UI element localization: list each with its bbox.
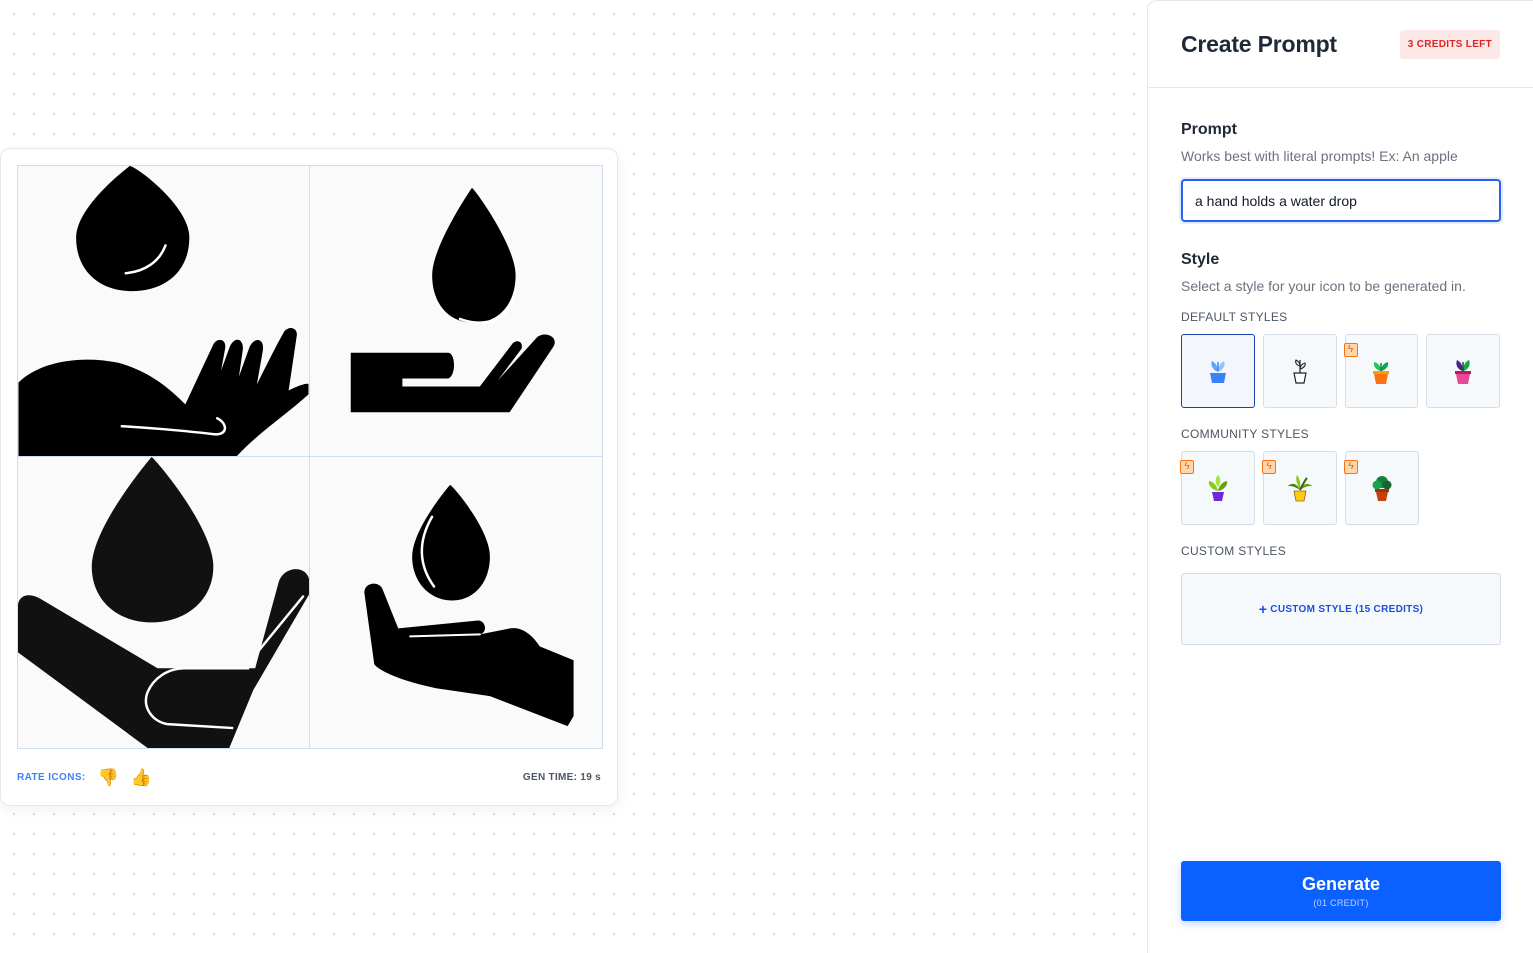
premium-bolt-icon: ϟ bbox=[1343, 343, 1358, 357]
pink-pot-plant-icon bbox=[1455, 360, 1472, 384]
style-section: Style Select a style for your icon to be… bbox=[1180, 251, 1501, 645]
rate-label: RATE ICONS: bbox=[17, 771, 86, 783]
style-tile-orange-pot[interactable]: ϟ bbox=[1343, 334, 1419, 408]
style-tile-purple-pot[interactable]: ϟ bbox=[1180, 451, 1255, 525]
generated-icon-3[interactable] bbox=[18, 457, 310, 748]
thumbs-down-icon[interactable]: 👎 bbox=[98, 769, 119, 786]
generated-icon-1[interactable] bbox=[18, 166, 310, 457]
flat-blue-plant-icon bbox=[1209, 361, 1226, 383]
hand-water-drop-icon bbox=[350, 187, 555, 413]
style-tile-outline[interactable] bbox=[1262, 334, 1337, 408]
panel-body: Prompt Works best with literal prompts! … bbox=[1148, 88, 1533, 645]
add-custom-style-button[interactable]: + CUSTOM STYLE (15 CREDITS) bbox=[1181, 573, 1501, 645]
style-tile-clay-pot[interactable]: ϟ bbox=[1344, 451, 1419, 525]
generate-label: Generate bbox=[1301, 874, 1381, 894]
purple-pot-plant-icon bbox=[1208, 475, 1228, 501]
create-prompt-panel: Create Prompt 3 CREDITS LEFT Prompt Work… bbox=[1147, 0, 1533, 953]
premium-bolt-icon: ϟ bbox=[1344, 460, 1358, 474]
premium-bolt-icon: ϟ bbox=[1262, 460, 1276, 474]
custom-styles-label: CUSTOM STYLES bbox=[1181, 544, 1287, 558]
card-footer: RATE ICONS: 👎 👍 GEN TIME: 19 s bbox=[17, 766, 601, 788]
clay-pot-plant-icon bbox=[1372, 476, 1392, 501]
default-styles: ϟ bbox=[1181, 334, 1500, 408]
outline-plant-icon bbox=[1292, 359, 1307, 384]
icon-grid bbox=[17, 165, 603, 749]
credits-badge: 3 CREDITS LEFT bbox=[1399, 29, 1500, 59]
style-tile-yellow-pot[interactable]: ϟ bbox=[1262, 451, 1337, 525]
orange-pot-plant-icon bbox=[1373, 362, 1390, 384]
yellow-pot-palm-icon bbox=[1287, 475, 1313, 502]
plus-icon: + bbox=[1258, 601, 1268, 617]
hand-water-drop-icon bbox=[364, 484, 574, 727]
generated-icon-2[interactable] bbox=[310, 166, 602, 457]
style-label: Style bbox=[1181, 251, 1220, 268]
hand-water-drop-icon bbox=[18, 166, 309, 456]
premium-bolt-icon: ϟ bbox=[1180, 460, 1194, 474]
custom-style-label: CUSTOM STYLE (15 CREDITS) bbox=[1270, 603, 1424, 615]
generated-icon-4[interactable] bbox=[310, 457, 602, 748]
prompt-label: Prompt bbox=[1181, 121, 1237, 138]
generate-cost: (01 CREDIT) bbox=[1313, 898, 1369, 908]
default-styles-label: DEFAULT STYLES bbox=[1181, 310, 1288, 324]
thumbs-up-icon[interactable]: 👍 bbox=[131, 769, 152, 786]
generate-button[interactable]: Generate (01 CREDIT) bbox=[1181, 861, 1501, 921]
prompt-help: Works best with literal prompts! Ex: An … bbox=[1181, 148, 1458, 164]
result-card: RATE ICONS: 👎 👍 GEN TIME: 19 s bbox=[0, 148, 618, 806]
panel-header: Create Prompt 3 CREDITS LEFT bbox=[1148, 1, 1533, 88]
community-styles: ϟ ϟ ϟ bbox=[1180, 451, 1500, 525]
hand-water-drop-icon bbox=[18, 457, 309, 748]
rate-icons: RATE ICONS: 👎 👍 bbox=[17, 769, 152, 786]
style-tile-flat-blue[interactable] bbox=[1181, 334, 1255, 408]
community-styles-label: COMMUNITY STYLES bbox=[1181, 427, 1309, 441]
style-help: Select a style for your icon to be gener… bbox=[1181, 278, 1466, 294]
panel-title: Create Prompt bbox=[1181, 30, 1337, 57]
gen-time: GEN TIME: 19 s bbox=[522, 771, 601, 783]
style-tile-pink-pot[interactable] bbox=[1426, 334, 1500, 408]
prompt-input[interactable] bbox=[1181, 179, 1501, 222]
